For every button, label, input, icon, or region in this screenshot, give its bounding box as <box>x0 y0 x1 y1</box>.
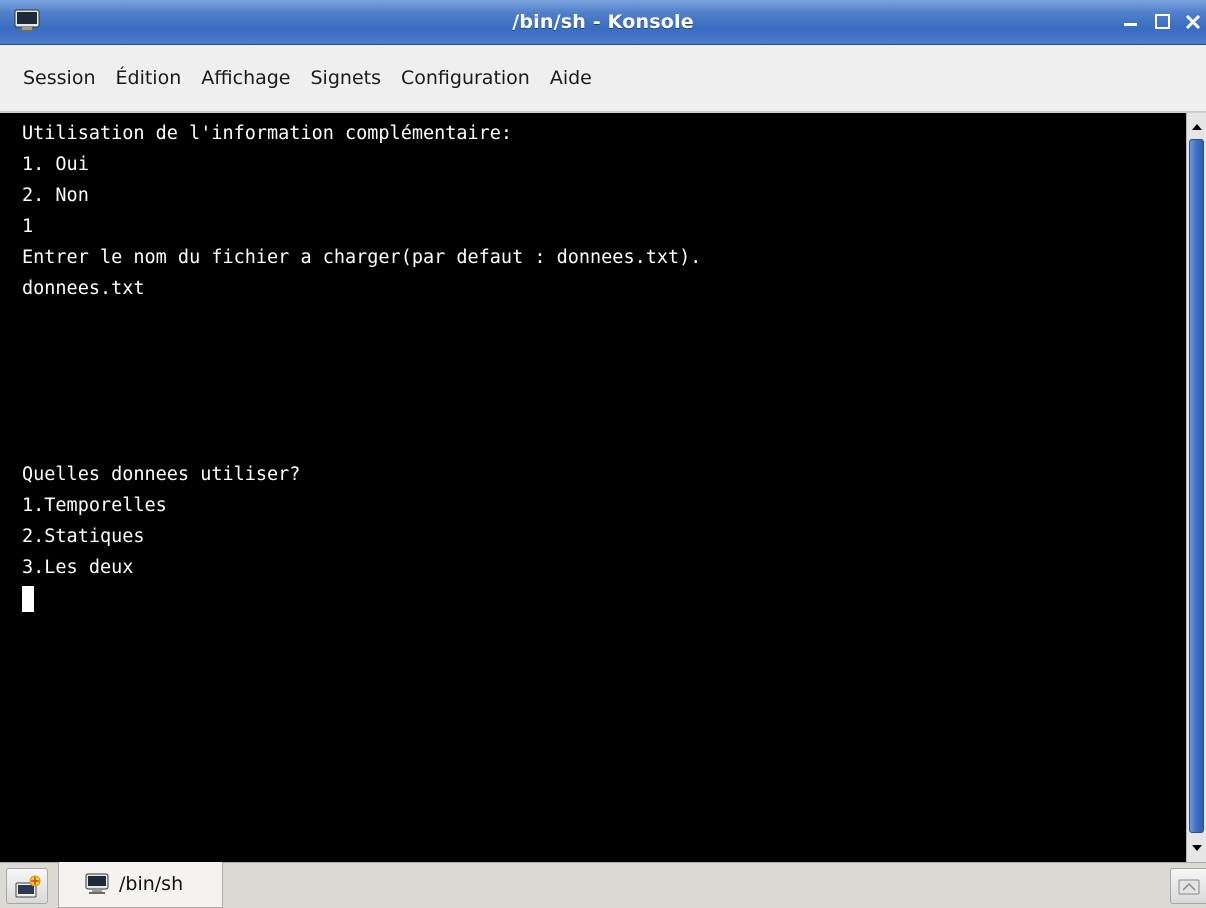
tab-bin-sh[interactable]: /bin/sh <box>58 862 223 908</box>
terminal-line: Utilisation de l'information complémenta… <box>22 123 513 144</box>
menu-affichage[interactable]: Affichage <box>198 63 293 93</box>
close-session-icon <box>1178 879 1200 895</box>
terminal-output[interactable]: Utilisation de l'information complémenta… <box>0 113 1186 862</box>
terminal-input-line[interactable] <box>22 583 701 614</box>
menu-edition[interactable]: Édition <box>113 63 185 93</box>
menu-session[interactable]: Session <box>20 63 99 93</box>
minimize-icon[interactable] <box>1120 11 1142 33</box>
close-session-button[interactable] <box>1170 868 1206 904</box>
menu-configuration[interactable]: Configuration <box>398 63 533 93</box>
new-session-button[interactable] <box>6 868 48 904</box>
terminal-line: 3.Les deux <box>22 557 134 578</box>
new-session-icon <box>15 875 41 898</box>
terminal-lines: Utilisation de l'information complémenta… <box>22 118 701 614</box>
terminal-line: donnees.txt <box>22 278 145 299</box>
terminal-line: 1.Temporelles <box>22 495 167 516</box>
scroll-up-icon[interactable] <box>1190 120 1204 134</box>
menu-aide[interactable]: Aide <box>547 63 595 93</box>
terminal-line: 1. Oui <box>22 154 89 175</box>
menu-bar: Session Édition Affichage Signets Config… <box>0 45 1206 112</box>
tab-label: /bin/sh <box>119 873 184 895</box>
terminal-line: Entrer le nom du fichier a charger(par d… <box>22 247 702 268</box>
menu-signets[interactable]: Signets <box>308 63 384 93</box>
terminal-line: 1 <box>22 216 34 237</box>
maximize-icon[interactable] <box>1152 11 1174 33</box>
title-bar[interactable]: /bin/sh - Konsole <box>0 0 1206 45</box>
scroll-down-icon[interactable] <box>1190 841 1204 855</box>
vertical-scrollbar[interactable] <box>1186 113 1206 862</box>
text-cursor <box>22 586 34 612</box>
close-icon[interactable] <box>1182 11 1204 33</box>
window-title: /bin/sh - Konsole <box>512 11 694 33</box>
session-tab-bar: /bin/sh <box>0 862 1206 908</box>
terminal-line: 2. Non <box>22 185 89 206</box>
terminal-line: 2.Statiques <box>22 526 145 547</box>
terminal-line: Quelles donnees utiliser? <box>22 464 301 485</box>
terminal-icon <box>85 873 109 894</box>
scrollbar-thumb[interactable] <box>1189 139 1204 833</box>
